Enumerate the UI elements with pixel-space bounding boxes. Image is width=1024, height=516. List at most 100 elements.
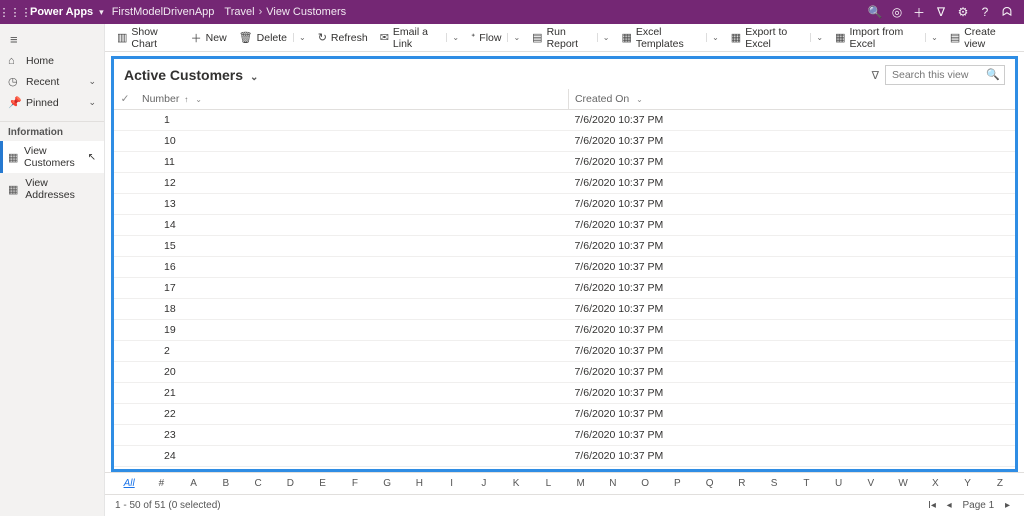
cell-created-on[interactable]: 7/6/2020 10:37 PM	[568, 341, 1015, 362]
alpha-j[interactable]: J	[468, 478, 500, 489]
alpha-i[interactable]: I	[436, 478, 468, 489]
cell-number[interactable]: 2	[136, 341, 568, 362]
alpha-n[interactable]: N	[597, 478, 629, 489]
cell-number[interactable]: 22	[136, 404, 568, 425]
app-launcher-icon[interactable]: ⋮⋮⋮	[6, 6, 24, 19]
alpha-t[interactable]: T	[790, 478, 822, 489]
alpha-r[interactable]: R	[726, 478, 758, 489]
alpha-z[interactable]: Z	[984, 478, 1016, 489]
row-checkbox[interactable]	[114, 173, 136, 194]
alpha-g[interactable]: G	[371, 478, 403, 489]
row-checkbox[interactable]	[114, 215, 136, 236]
alpha-u[interactable]: U	[823, 478, 855, 489]
cell-number[interactable]: 1	[136, 110, 568, 131]
nav-view-customers[interactable]: ▦ View Customers ↖	[0, 141, 104, 173]
cmd-show-chart[interactable]: ▥Show Chart	[111, 24, 185, 52]
row-checkbox[interactable]	[114, 341, 136, 362]
alpha-l[interactable]: L	[532, 478, 564, 489]
cell-created-on[interactable]: 7/6/2020 10:37 PM	[568, 446, 1015, 467]
table-row[interactable]: 17/6/2020 10:37 PM	[114, 110, 1015, 131]
nav-toggle-icon[interactable]: ≡	[0, 28, 104, 51]
cell-number[interactable]: 10	[136, 131, 568, 152]
pager-next[interactable]: ▸	[1005, 500, 1010, 511]
col-header-created-on[interactable]: Created On ⌄	[568, 89, 1015, 110]
row-checkbox[interactable]	[114, 299, 136, 320]
cell-created-on[interactable]: 7/6/2020 10:37 PM	[568, 362, 1015, 383]
cell-number[interactable]: 19	[136, 320, 568, 341]
table-row[interactable]: 127/6/2020 10:37 PM	[114, 173, 1015, 194]
table-row[interactable]: 107/6/2020 10:37 PM	[114, 131, 1015, 152]
cell-created-on[interactable]: 7/6/2020 10:37 PM	[568, 215, 1015, 236]
alpha-q[interactable]: Q	[694, 478, 726, 489]
alpha-d[interactable]: D	[274, 478, 306, 489]
alpha-b[interactable]: B	[210, 478, 242, 489]
chevron-down-icon[interactable]: ▾	[99, 7, 104, 18]
row-checkbox[interactable]	[114, 362, 136, 383]
cell-created-on[interactable]: 7/6/2020 10:37 PM	[568, 278, 1015, 299]
cell-created-on[interactable]: 7/6/2020 10:37 PM	[568, 320, 1015, 341]
nav-view-addresses[interactable]: ▦ View Addresses	[0, 173, 104, 205]
pager-first[interactable]: I◂	[928, 500, 936, 511]
view-selector[interactable]: Active Customers ⌄	[124, 67, 258, 83]
cell-number[interactable]: 14	[136, 215, 568, 236]
add-icon[interactable]: ＋	[908, 4, 930, 21]
chevron-down-icon[interactable]: ⌄	[195, 95, 202, 104]
chevron-down-icon[interactable]: ⌄	[925, 33, 938, 42]
cell-number[interactable]: 24	[136, 446, 568, 467]
cell-number[interactable]: 16	[136, 257, 568, 278]
table-row[interactable]: 207/6/2020 10:37 PM	[114, 362, 1015, 383]
cell-created-on[interactable]: 7/6/2020 10:37 PM	[568, 257, 1015, 278]
nav-home[interactable]: ⌂ Home	[0, 51, 104, 71]
help-icon[interactable]: ?	[974, 5, 996, 19]
row-checkbox[interactable]	[114, 257, 136, 278]
select-all-checkbox[interactable]: ✓	[114, 89, 136, 110]
alpha-k[interactable]: K	[500, 478, 532, 489]
cmd-create-view[interactable]: ▤Create view	[944, 24, 1018, 52]
data-grid[interactable]: ✓ Number ↑ ⌄ Created On ⌄	[114, 89, 1015, 469]
row-checkbox[interactable]	[114, 152, 136, 173]
nav-pinned[interactable]: 📌 Pinned ⌄	[0, 92, 104, 113]
row-checkbox[interactable]	[114, 131, 136, 152]
chevron-down-icon[interactable]: ⌄	[597, 33, 610, 42]
chevron-down-icon[interactable]: ⌄	[706, 33, 719, 42]
cell-number[interactable]: 20	[136, 362, 568, 383]
cell-number[interactable]: 17	[136, 278, 568, 299]
row-checkbox[interactable]	[114, 236, 136, 257]
table-row[interactable]: 137/6/2020 10:37 PM	[114, 194, 1015, 215]
row-checkbox[interactable]	[114, 194, 136, 215]
cell-created-on[interactable]: 7/6/2020 10:37 PM	[568, 404, 1015, 425]
filter-icon[interactable]: ∇	[930, 5, 952, 19]
table-row[interactable]: 227/6/2020 10:37 PM	[114, 404, 1015, 425]
chevron-down-icon[interactable]: ⌄	[636, 95, 643, 104]
row-checkbox[interactable]	[114, 320, 136, 341]
cmd-import-excel[interactable]: ▦Import from Excel⌄	[829, 24, 944, 52]
alpha-v[interactable]: V	[855, 478, 887, 489]
cmd-delete[interactable]: 🗑Delete⌄	[233, 24, 312, 52]
alpha-p[interactable]: P	[661, 478, 693, 489]
table-row[interactable]: 27/6/2020 10:37 PM	[114, 341, 1015, 362]
cell-created-on[interactable]: 7/6/2020 10:37 PM	[568, 131, 1015, 152]
col-header-number[interactable]: Number ↑ ⌄	[136, 89, 568, 110]
table-row[interactable]: 187/6/2020 10:37 PM	[114, 299, 1015, 320]
cell-number[interactable]: 23	[136, 425, 568, 446]
chevron-down-icon[interactable]: ⌄	[88, 97, 96, 108]
alpha-e[interactable]: E	[307, 478, 339, 489]
row-checkbox[interactable]	[114, 383, 136, 404]
settings-icon[interactable]: ⚙	[952, 5, 974, 19]
table-row[interactable]: 157/6/2020 10:37 PM	[114, 236, 1015, 257]
cmd-new[interactable]: ＋New	[185, 24, 233, 52]
chevron-down-icon[interactable]: ⌄	[446, 33, 459, 42]
table-row[interactable]: 237/6/2020 10:37 PM	[114, 425, 1015, 446]
alpha-#[interactable]: #	[145, 478, 177, 489]
row-checkbox[interactable]	[114, 404, 136, 425]
pager-prev[interactable]: ◂	[947, 500, 952, 511]
search-icon[interactable]: 🔍	[986, 68, 1000, 81]
row-checkbox[interactable]	[114, 446, 136, 467]
alpha-a[interactable]: A	[178, 478, 210, 489]
alpha-h[interactable]: H	[403, 478, 435, 489]
cell-created-on[interactable]: 7/6/2020 10:37 PM	[568, 194, 1015, 215]
cell-number[interactable]: 15	[136, 236, 568, 257]
nav-recent[interactable]: ◷ Recent ⌄	[0, 71, 104, 92]
cmd-email-link[interactable]: ✉Email a Link⌄	[374, 24, 465, 52]
alpha-c[interactable]: C	[242, 478, 274, 489]
